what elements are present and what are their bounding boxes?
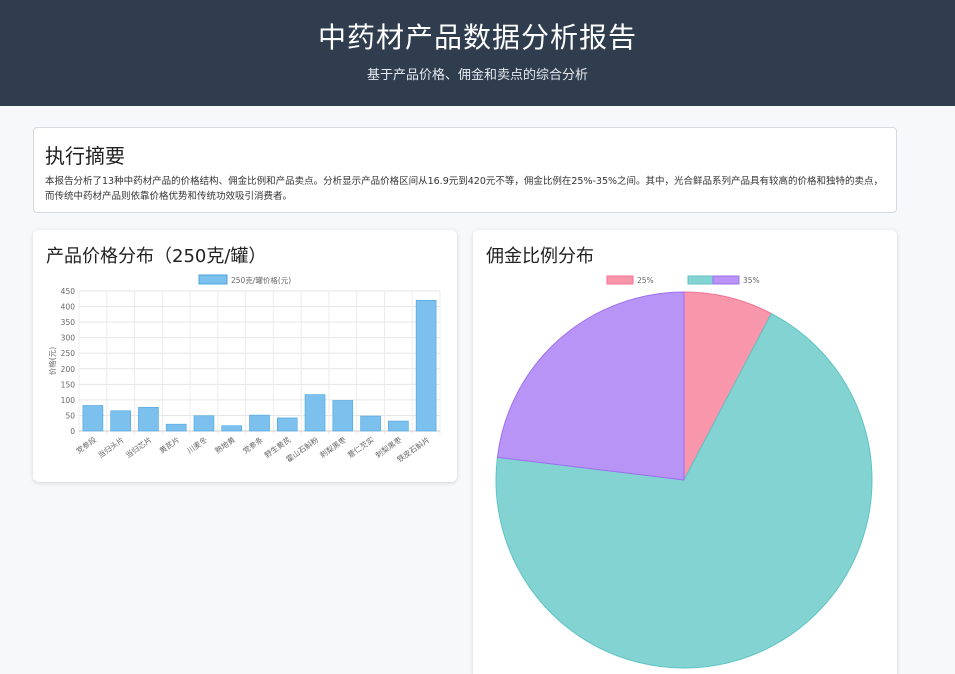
- y-tick-label: 50: [65, 411, 75, 420]
- bar: [388, 420, 409, 432]
- bar: [249, 414, 270, 432]
- bar: [82, 405, 104, 432]
- bar: [415, 300, 437, 432]
- report-title: 中药材产品数据分析报告: [317, 21, 637, 54]
- bar: [304, 394, 326, 432]
- y-tick-label: 350: [61, 318, 76, 327]
- bar: [138, 407, 159, 432]
- legend-label: 25%: [637, 276, 654, 285]
- legend-label: 250克/罐价格(元): [231, 275, 291, 285]
- report-header: 中药材产品数据分析报告 基于产品价格、佣金和卖点的综合分析: [0, 0, 955, 106]
- y-tick-label: 300: [61, 334, 76, 343]
- y-tick-label: 250: [61, 349, 76, 358]
- summary-text: 本报告分析了13种中药材产品的价格结构、佣金比例和产品卖点。分析显示产品价格区间…: [45, 176, 884, 202]
- y-tick-label: 200: [61, 365, 76, 374]
- x-tick-label: 薏仁芡实: [345, 434, 376, 460]
- y-tick-label: 150: [61, 380, 76, 389]
- pie-legend: 25%30%35%: [606, 275, 760, 285]
- pie-slice: [496, 291, 685, 481]
- price-bar-chart: 250克/罐价格(元) 0 50 100 150 200 250 300 350 400 450 价格…: [47, 274, 441, 464]
- commission-distribution-card: 佣金比例分布 25%30%35%: [473, 230, 897, 674]
- legend-swatch: [198, 274, 228, 285]
- x-tick-label: 当归头片: [95, 434, 125, 459]
- y-axis-label: 价格(元): [47, 347, 57, 375]
- bar: [276, 417, 298, 432]
- legend-swatch: [712, 275, 740, 285]
- legend-swatch: [606, 275, 634, 285]
- x-tick-label: 刺梨黑枣: [318, 434, 349, 460]
- bar: [221, 425, 243, 432]
- legend-label: 35%: [743, 276, 760, 285]
- y-tick-label: 0: [70, 427, 75, 436]
- y-tick-label: 400: [61, 303, 76, 312]
- x-tick-label: 黄芪片: [157, 434, 181, 455]
- legend-swatch: [687, 275, 715, 285]
- bar: [360, 415, 381, 432]
- x-tick-label: 川麦冬: [185, 434, 210, 455]
- x-tick-label: 党参条: [240, 434, 265, 455]
- bar: [332, 400, 354, 432]
- price-distribution-card: 产品价格分布（250克/罐） 250克/罐价格(元) 0 50 100 150 200 25…: [33, 230, 457, 482]
- commission-pie-chart: 25%30%35%: [495, 275, 873, 669]
- executive-summary-card: 执行摘要 本报告分析了13种中药材产品的价格结构、佣金比例和产品卖点。分析显示产…: [33, 127, 897, 213]
- bar-legend: 250克/罐价格(元): [198, 274, 291, 285]
- bar: [165, 423, 187, 432]
- summary-title: 执行摘要: [45, 144, 125, 168]
- y-tick-label: 450: [61, 287, 76, 296]
- x-tick-label: 熟地黄: [213, 434, 238, 455]
- bar: [193, 415, 215, 432]
- x-tick-label: 当归芯片: [123, 434, 153, 459]
- y-tick-label: 100: [61, 396, 76, 405]
- report-subtitle: 基于产品价格、佣金和卖点的综合分析: [366, 68, 588, 83]
- bar: [110, 410, 131, 432]
